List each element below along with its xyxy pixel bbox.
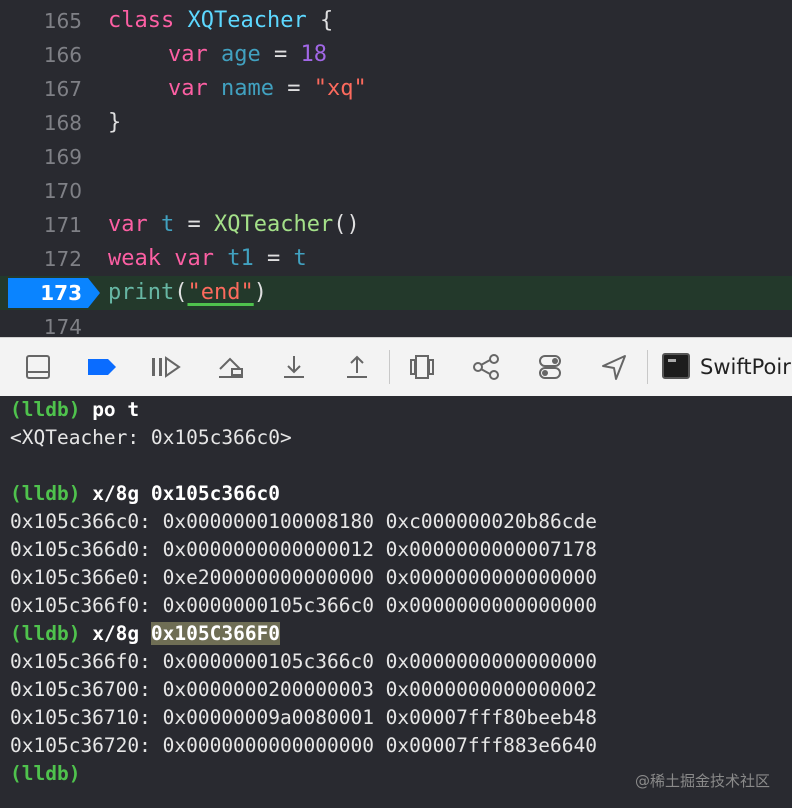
line-number: 174 [43,315,82,337]
code-line: 165 class XQTeacher { [0,4,792,38]
code-text[interactable]: var t = XQTeacher() [108,208,360,242]
code-line: 172 weak var t1 = t [0,242,792,276]
console-line: <XQTeacher: 0x105c366c0> [10,426,292,449]
code-line: 170 [0,174,792,208]
view-hierarchy-icon[interactable] [408,353,436,381]
terminal-icon [662,353,690,379]
code-text[interactable]: weak var t1 = t [108,242,307,276]
console-line: 0x105c366c0: 0x0000000100008180 0xc00000… [10,510,597,533]
code-text[interactable]: class XQTeacher { [108,4,333,38]
code-text[interactable]: var age = 18 [168,38,327,72]
line-number: 168 [43,111,82,135]
code-line: 171 var t = XQTeacher() [0,208,792,242]
code-line: 166 var age = 18 [0,38,792,72]
console-line: 0x105c366f0: 0x0000000105c366c0 0x000000… [10,650,597,673]
console-line: 0x105c36710: 0x00000009a0080001 0x00007f… [10,706,597,729]
line-number: 167 [43,77,82,101]
line-number: 173 [40,281,82,305]
console-line: (lldb) x/8g 0x105c366c0 [10,482,281,505]
console-line: 0x105c36700: 0x0000000200000003 0x000000… [10,678,597,701]
breakpoints-toggle-icon[interactable] [86,353,116,381]
toolbar-divider [647,350,648,384]
code-line: 169 [0,140,792,174]
toolbar-divider [389,350,390,384]
code-text[interactable]: var name = "xq" [168,72,367,106]
debug-toolbar: SwiftPoir [0,337,792,397]
console-prompt[interactable]: (lldb) [10,760,80,788]
line-number: 172 [43,247,82,271]
code-line: 167 var name = "xq" [0,72,792,106]
line-number: 171 [43,213,82,237]
console-line: 0x105c366e0: 0xe200000000000000 0x000000… [10,566,597,589]
line-number: 165 [43,9,82,33]
watermark: @稀土掘金技术社区 [634,772,770,790]
hide-debug-area-icon[interactable] [24,353,52,381]
code-editor[interactable]: 165 class XQTeacher { 166 var age = 18 1… [0,0,792,337]
code-text[interactable]: } [108,106,121,140]
line-number: 169 [43,145,82,169]
step-into-icon[interactable] [280,353,308,381]
console-line: (lldb) po t [10,398,140,421]
simulate-location-icon[interactable] [600,353,628,381]
step-over-icon[interactable] [216,353,244,381]
lldb-console[interactable]: (lldb) po t <XQTeacher: 0x105c366c0> (ll… [0,396,792,808]
line-number: 166 [43,43,82,67]
line-number: 170 [43,179,82,203]
console-line: 0x105c366d0: 0x0000000000000012 0x000000… [10,538,597,561]
console-line: 0x105c366f0: 0x0000000105c366c0 0x000000… [10,594,597,617]
code-line: 174 [0,310,792,337]
code-line: 168 } [0,106,792,140]
step-out-icon[interactable] [343,353,371,381]
target-label[interactable]: SwiftPoir [700,353,791,381]
environment-overrides-icon[interactable] [536,353,564,381]
continue-icon[interactable] [150,353,181,381]
highlighted-address: 0x105C366F0 [150,622,281,645]
current-line: 173 print("end") [0,276,792,310]
console-line: 0x105c36720: 0x0000000000000000 0x00007f… [10,734,597,757]
memory-graph-icon[interactable] [472,353,500,381]
console-line: (lldb) x/8g 0x105C366F0 [10,622,281,645]
code-text[interactable]: print("end") [108,276,267,310]
